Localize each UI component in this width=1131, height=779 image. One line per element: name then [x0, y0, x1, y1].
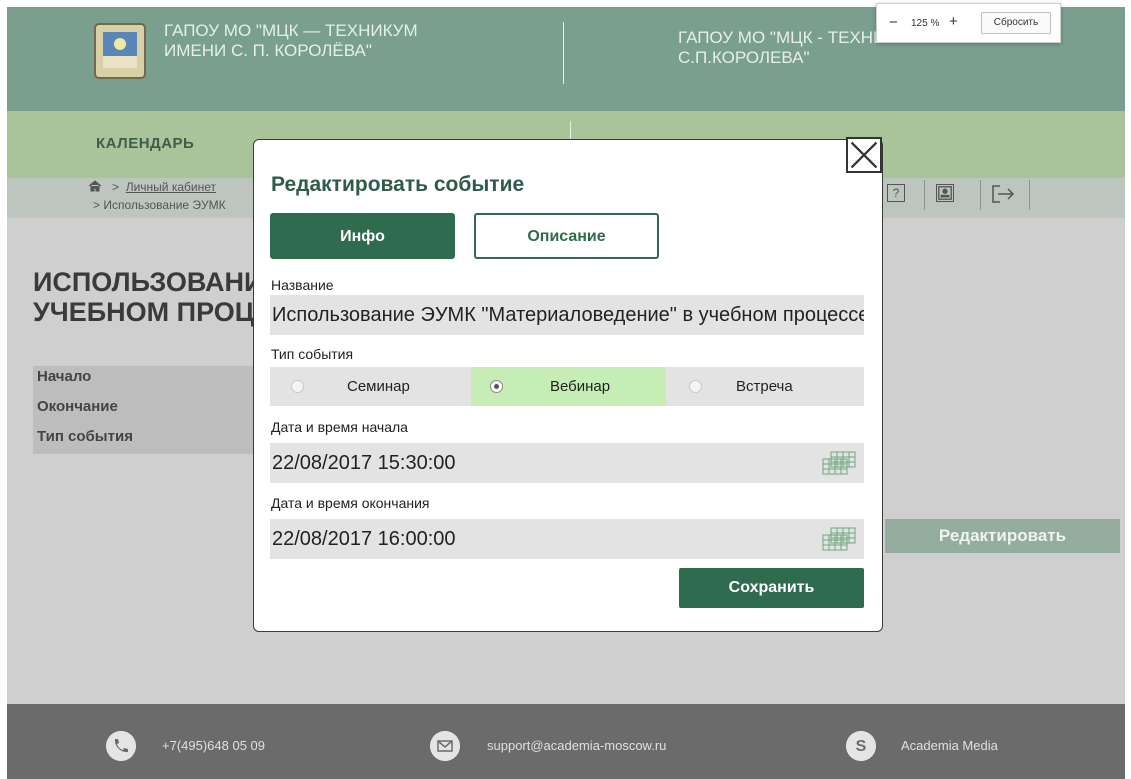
radio-seminar-dot[interactable]	[291, 380, 304, 393]
close-icon[interactable]	[846, 137, 882, 173]
logout-icon[interactable]	[990, 184, 1016, 204]
home-icon[interactable]	[88, 180, 102, 192]
calendar-grid-icon[interactable]	[822, 451, 856, 475]
calendar-grid-icon[interactable]	[822, 527, 856, 551]
svg-text:S: S	[856, 738, 867, 755]
tab-info[interactable]: Инфо	[270, 213, 455, 259]
breadcrumb-separator: >	[105, 180, 123, 194]
radio-webinar-dot[interactable]	[490, 380, 503, 393]
tab-description[interactable]: Описание	[474, 213, 659, 259]
edit-event-button[interactable]: Редактировать	[885, 519, 1120, 553]
end-datetime-value: 22/08/2017 16:00:00	[272, 528, 456, 550]
zoom-reset-button[interactable]: Сбросить	[981, 12, 1051, 34]
footer-email[interactable]: support@academia-moscow.ru	[487, 738, 666, 753]
calendar-nav-label[interactable]: КАЛЕНДАРЬ	[96, 135, 194, 152]
end-datetime-input[interactable]: 22/08/2017 16:00:00	[270, 519, 864, 559]
event-name-input[interactable]: Использование ЭУМК "Материаловедение" в …	[270, 295, 864, 335]
breadcrumb-current: > Использование ЭУМК	[93, 198, 226, 212]
radio-seminar[interactable]: Семинар	[270, 367, 468, 406]
event-name-label: Название	[271, 277, 334, 293]
zoom-control: − 125 % + Сбросить	[876, 3, 1061, 43]
header-divider	[563, 22, 564, 84]
save-button[interactable]: Сохранить	[679, 568, 864, 608]
phone-icon	[106, 731, 136, 761]
skype-icon: S	[846, 731, 876, 761]
org-name-left[interactable]: ГАПОУ МО "МЦК — ТЕХНИКУМ ИМЕНИ С. П. КОР…	[164, 21, 464, 61]
toolbar-separator	[924, 180, 925, 210]
mail-icon	[430, 731, 460, 761]
page-title-line1: ИСПОЛЬЗОВАНИЕ	[33, 267, 263, 297]
footer-skype[interactable]: Academia Media	[901, 738, 998, 753]
radio-meeting-label: Встреча	[736, 378, 793, 395]
profile-icon[interactable]	[936, 184, 954, 202]
start-datetime-input[interactable]: 22/08/2017 15:30:00	[270, 443, 864, 483]
zoom-out-button[interactable]: −	[889, 15, 898, 30]
radio-meeting[interactable]: Встреча	[668, 367, 864, 406]
event-type-label: Тип события	[271, 346, 354, 362]
start-datetime-label: Дата и время начала	[271, 419, 408, 435]
radio-seminar-label: Семинар	[347, 378, 410, 395]
toolbar-separator	[980, 180, 981, 210]
breadcrumb: > Личный кабинет	[88, 180, 216, 194]
start-datetime-value: 22/08/2017 15:30:00	[272, 452, 456, 474]
modal-title: Редактировать событие	[271, 173, 525, 196]
info-row-start: Начало	[33, 366, 263, 396]
breadcrumb-current-label: Использование ЭУМК	[103, 198, 226, 212]
college-logo-icon[interactable]	[93, 22, 147, 80]
toolbar-separator	[1029, 180, 1030, 210]
footer-phone[interactable]: +7(495)648 05 09	[162, 738, 265, 753]
radio-webinar[interactable]: Вебинар	[471, 367, 666, 406]
page-title: ИСПОЛЬЗОВАНИЕ УЧЕБНОМ ПРОЦЕССЕ	[33, 267, 263, 327]
breadcrumb-link-cabinet[interactable]: Личный кабинет	[126, 180, 216, 194]
end-datetime-label: Дата и время окончания	[271, 495, 430, 511]
radio-webinar-label: Вебинар	[550, 378, 611, 395]
page-title-line2: УЧЕБНОМ ПРОЦЕССЕ	[33, 297, 263, 327]
help-icon[interactable]: ?	[887, 184, 905, 202]
zoom-level: 125 %	[911, 18, 940, 29]
info-row-type: Тип события	[33, 426, 263, 454]
zoom-in-button[interactable]: +	[949, 14, 958, 29]
radio-meeting-dot[interactable]	[689, 380, 702, 393]
info-row-end: Окончание	[33, 396, 263, 426]
